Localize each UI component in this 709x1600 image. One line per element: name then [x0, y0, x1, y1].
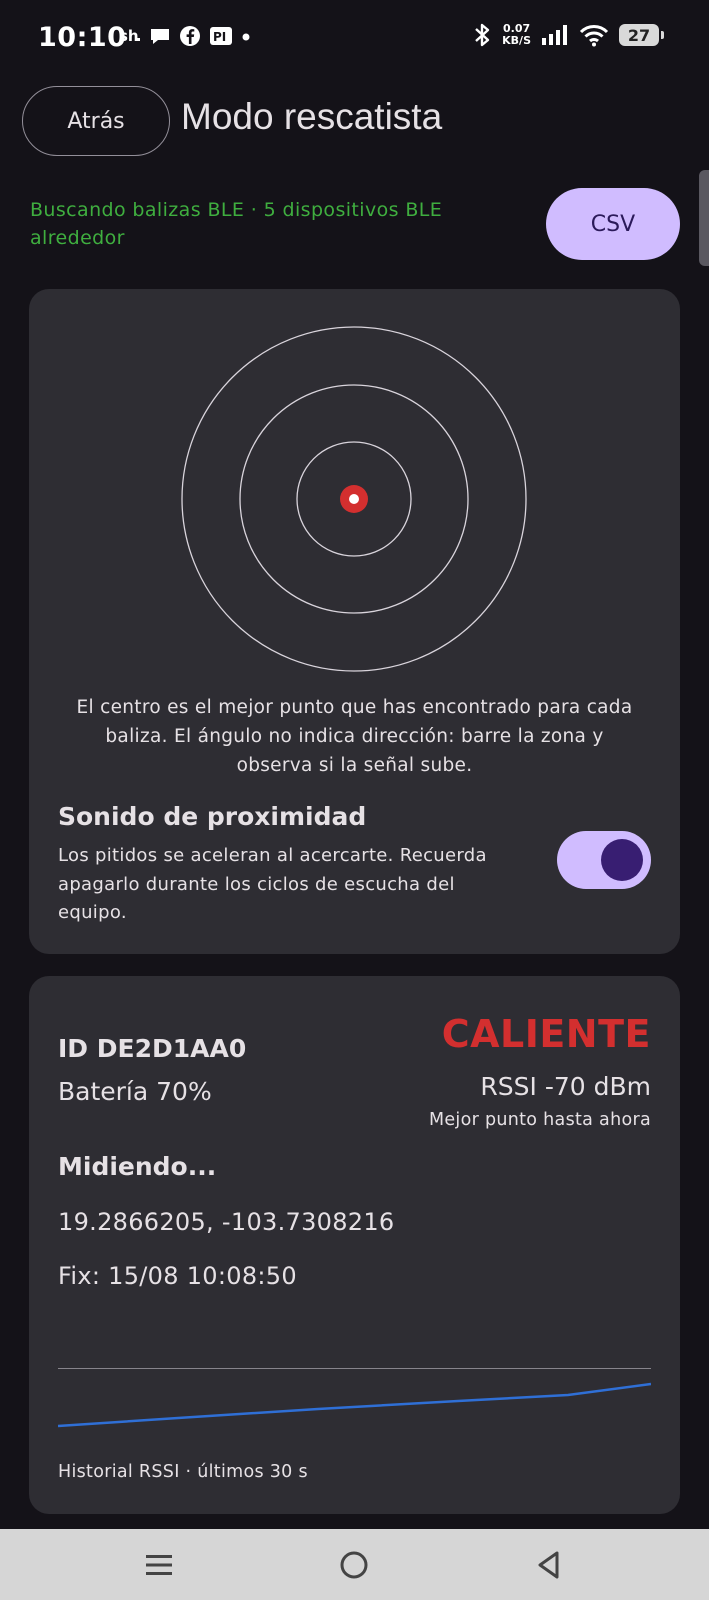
back-triangle-icon[interactable]: [531, 1547, 567, 1583]
beacon-id: ID DE2D1AA0: [58, 1034, 247, 1063]
beacon-target-core: [349, 494, 359, 504]
rssi-value: RSSI -70 dBm: [480, 1072, 651, 1101]
svg-text:PI: PI: [213, 30, 226, 44]
back-button[interactable]: Atrás: [22, 86, 170, 156]
toggle-thumb: [601, 839, 643, 881]
proximity-radar: [181, 326, 527, 672]
proximity-heat-label: CALIENTE: [441, 1012, 651, 1056]
proximity-sound-description: Los pitidos se aceleran al acercarte. Re…: [58, 845, 487, 923]
status-bar: 10:10 sh PI 0.07 KB/S 27: [0, 0, 709, 80]
scan-status-text: Buscando balizas BLE · 5 dispositivos BL…: [30, 199, 443, 249]
wifi-icon: [579, 23, 609, 47]
radar-card: El centro es el mejor punto que has enco…: [29, 289, 680, 954]
csv-export-button[interactable]: CSV: [546, 188, 680, 260]
rssi-chart-caption: Historial RSSI · últimos 30 s: [58, 1462, 308, 1482]
rssi-best-note: Mejor punto hasta ahora: [428, 1110, 651, 1130]
rssi-history-line: [58, 1382, 651, 1428]
home-circle-icon[interactable]: [336, 1547, 372, 1583]
proximity-sound-toggle[interactable]: [557, 831, 651, 889]
system-navigation-bar: [0, 1529, 709, 1600]
svg-text:sh: sh: [119, 27, 139, 45]
screen: 10:10 sh PI 0.07 KB/S 27 Atrás Modo resc…: [0, 0, 709, 1600]
measuring-status: Midiendo...: [58, 1152, 217, 1181]
system-icons: 0.07 KB/S 27: [472, 22, 664, 48]
bluetooth-icon: [472, 22, 492, 48]
beacon-battery: Batería 70%: [58, 1077, 212, 1106]
proximity-sound-title: Sonido de proximidad: [58, 802, 367, 831]
dot-icon: [240, 24, 252, 48]
gps-coordinates: 19.2866205, -103.7308216: [58, 1208, 395, 1236]
scrollbar-handle[interactable]: [699, 170, 709, 266]
beacon-card[interactable]: ID DE2D1AA0 Batería 70% CALIENTE RSSI -7…: [29, 976, 680, 1514]
battery-icon: 27: [619, 24, 664, 46]
radar-caption: El centro es el mejor punto que has enco…: [76, 697, 633, 776]
signal-icon: [541, 24, 569, 46]
rssi-history-chart: [58, 1368, 651, 1428]
page-title: Modo rescatista: [181, 96, 443, 137]
status-time: 10:10: [38, 22, 127, 53]
network-speed-unit: KB/S: [502, 34, 531, 47]
menu-icon[interactable]: [141, 1547, 177, 1583]
pi-app-icon: PI: [208, 24, 234, 48]
gps-fix-time: Fix: 15/08 10:08:50: [58, 1262, 297, 1290]
chat-bubble-icon: [148, 24, 172, 48]
sh-app-icon: sh: [118, 24, 142, 48]
facebook-icon: [178, 24, 202, 48]
network-speed: 0.07 KB/S: [502, 23, 531, 47]
notification-icons: sh PI: [118, 24, 252, 48]
